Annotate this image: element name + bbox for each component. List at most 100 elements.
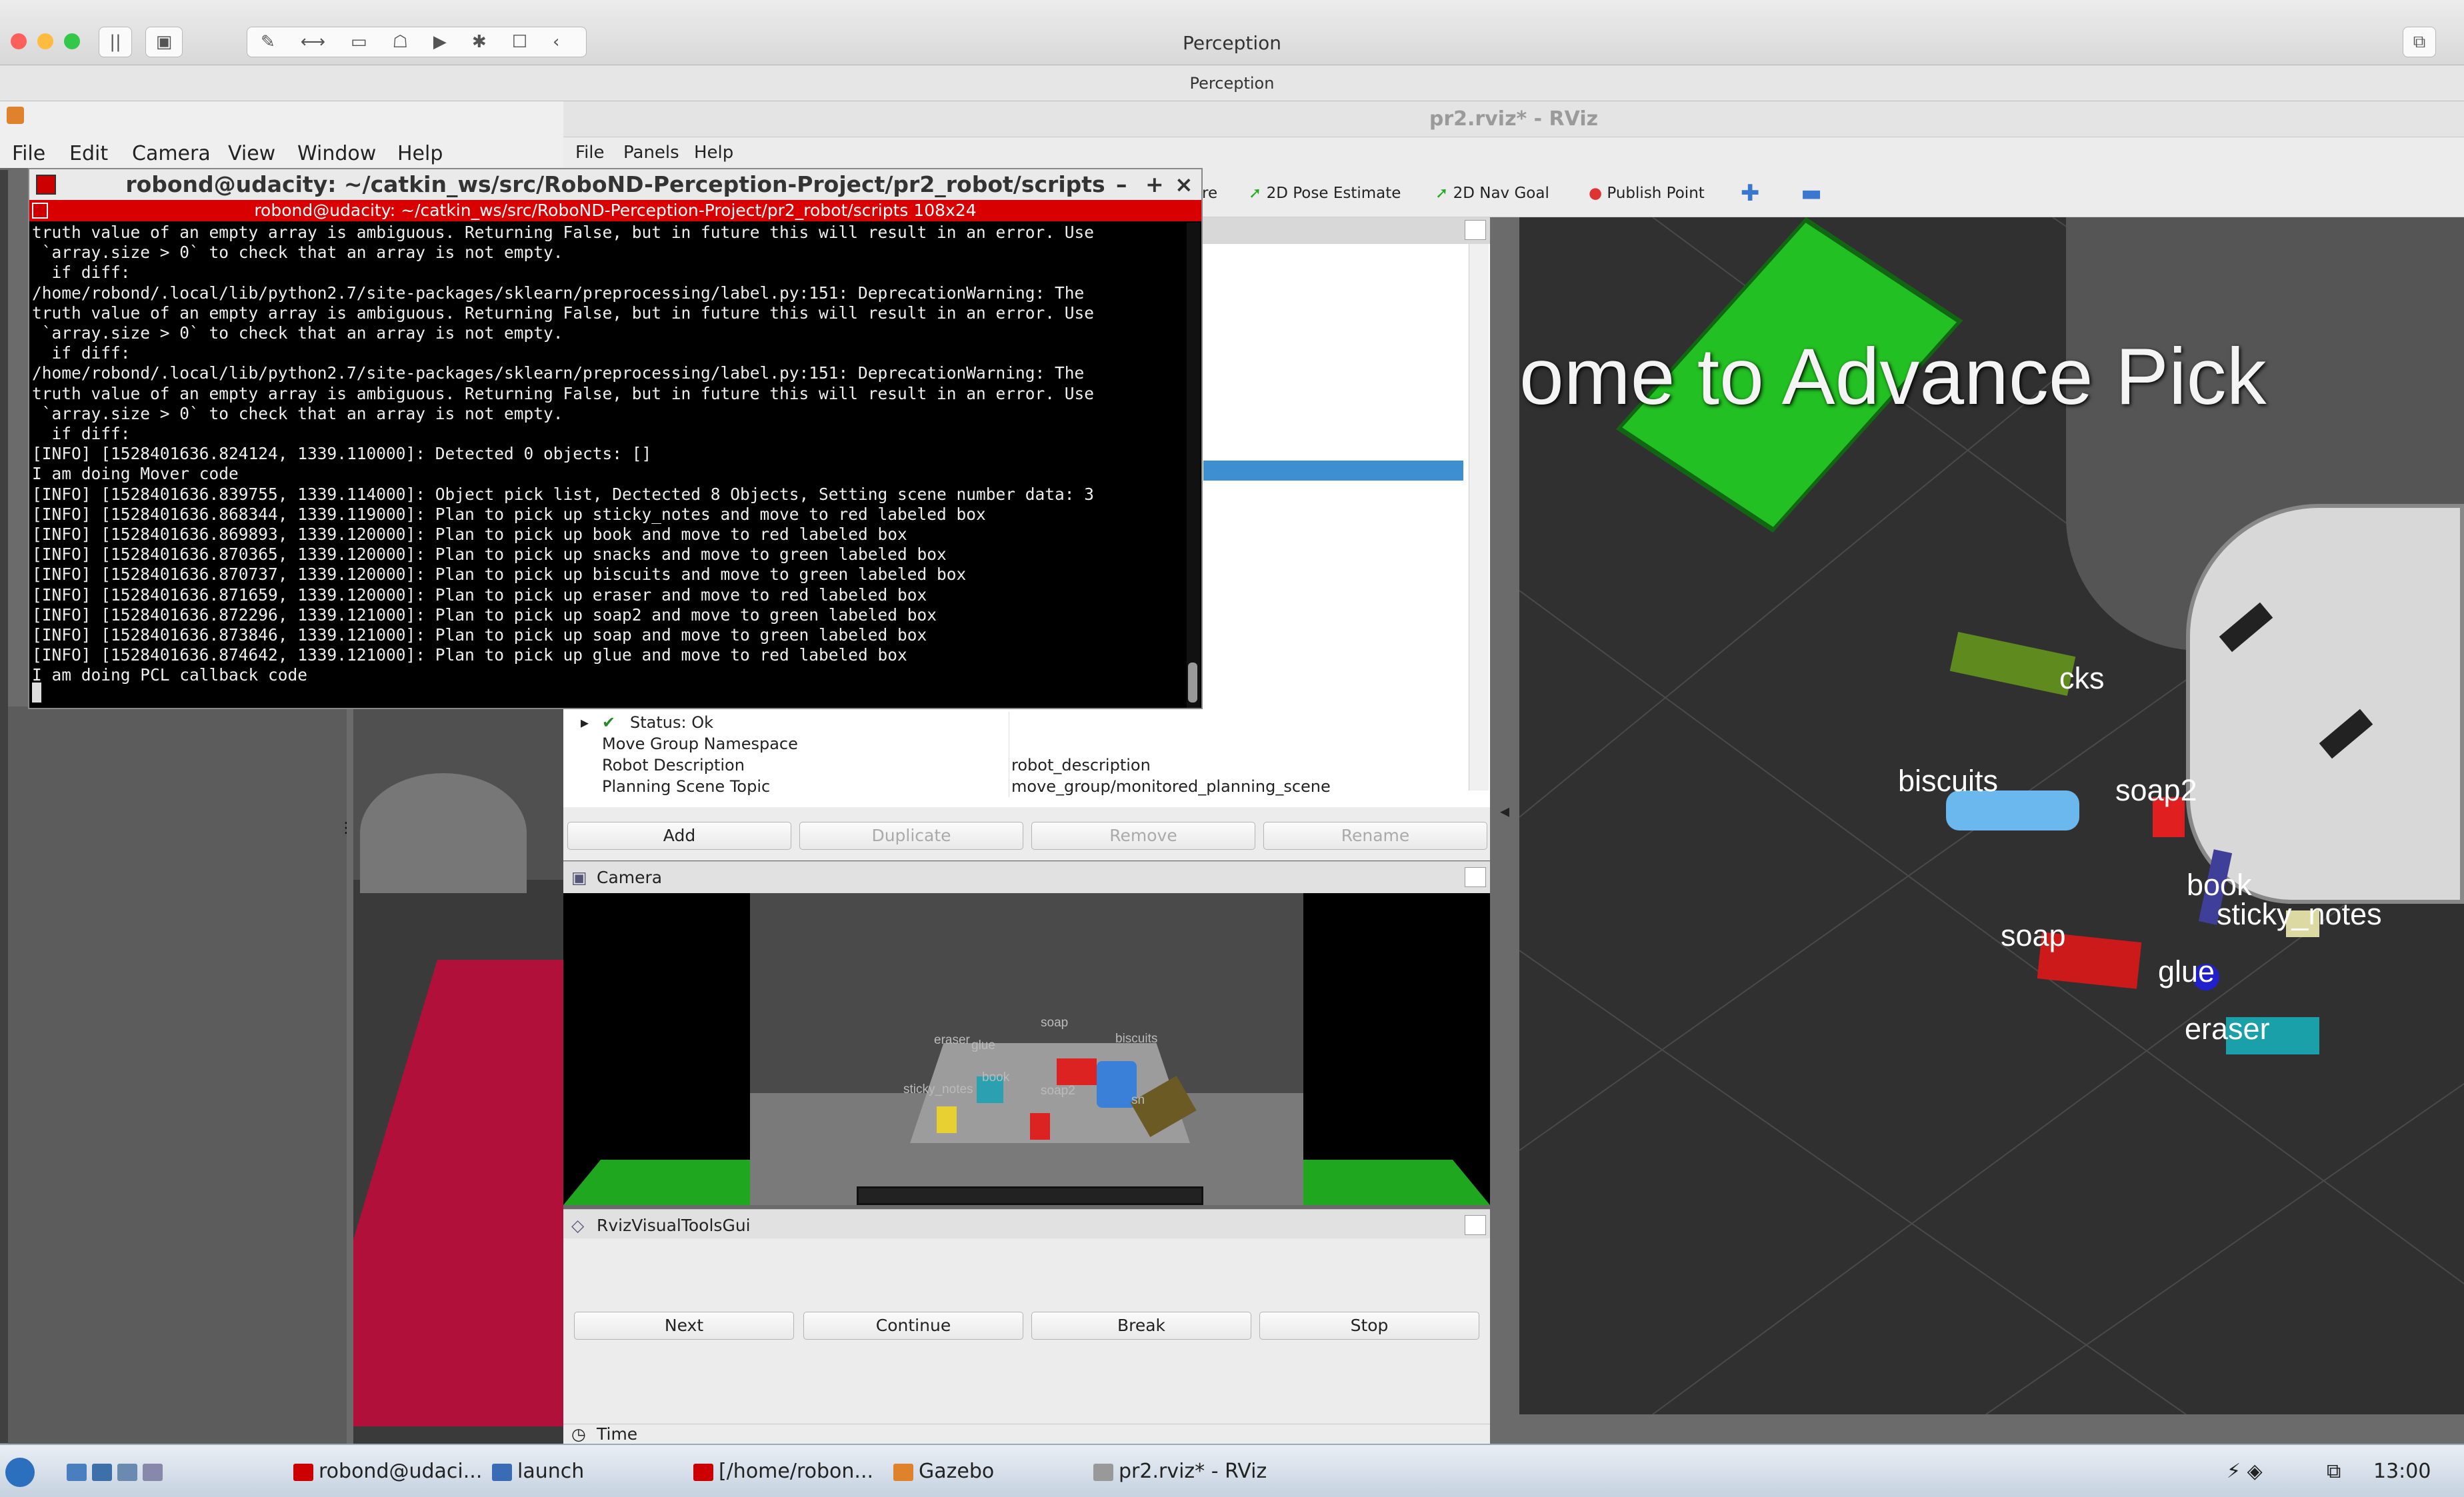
green-arrow-icon: ➚: [1435, 185, 1453, 202]
terminal-output[interactable]: truth value of an empty array is ambiguo…: [32, 223, 1182, 703]
camera-label: book: [982, 1070, 1010, 1084]
terminal-line: if diff:: [32, 343, 131, 363]
stop-button[interactable]: Stop: [1259, 1312, 1479, 1340]
camera-label: sn: [1131, 1093, 1145, 1107]
task-terminal[interactable]: robond@udaci...: [293, 1452, 482, 1492]
start-menu-icon[interactable]: [5, 1452, 40, 1492]
camera-label: glue: [971, 1038, 995, 1052]
status-row[interactable]: ▸ ✔ Status: Ok: [563, 712, 1483, 733]
terminal-line: [INFO] [1528401636.868344, 1339.119000]:…: [32, 504, 986, 524]
camera-label: biscuits: [1115, 1032, 1158, 1046]
terminal-scrollbar[interactable]: [1187, 223, 1200, 708]
tray-icons[interactable]: ⚡ ◈: [2227, 1452, 2263, 1492]
rviz-menu-help[interactable]: Help: [694, 143, 733, 163]
gazebo-icon: [893, 1463, 913, 1481]
task-gazebo[interactable]: Gazebo: [893, 1452, 994, 1492]
terminal-line: /home/robond/.local/lib/python2.7/site-p…: [32, 283, 1085, 303]
gazebo-left-panel: [0, 170, 8, 1443]
break-button[interactable]: Break: [1031, 1312, 1251, 1340]
property-row[interactable]: Robot Description robot_description: [563, 754, 1483, 776]
scene-banner-text: ome to Advance Pick: [1519, 332, 2267, 421]
fullscreen-icon[interactable]: ⧉: [2403, 27, 2436, 57]
vm-subtitle: Perception: [0, 65, 2464, 101]
publish-point-tool[interactable]: ● Publish Point: [1589, 180, 1705, 207]
terminal-line: [INFO] [1528401636.870365, 1339.120000]:…: [32, 545, 947, 565]
scene-label-biscuits: biscuits: [1898, 764, 1999, 798]
remove-display-button[interactable]: Remove: [1031, 822, 1255, 850]
terminal-line: if diff:: [32, 263, 131, 283]
close-icon[interactable]: ×: [1175, 169, 1193, 200]
terminal-line: [INFO] [1528401636.839755, 1339.114000]:…: [32, 484, 1095, 504]
terminal-line: I am doing Mover code: [32, 464, 239, 484]
rviz-menu-panels[interactable]: Panels: [623, 143, 679, 163]
scene-label-sticky-notes: sticky_notes: [2217, 897, 2382, 931]
clock[interactable]: 13:00: [2373, 1452, 2431, 1492]
terminal-tab[interactable]: robond@udacity: ~/catkin_ws/src/RoboND-P…: [29, 200, 1201, 221]
property-row[interactable]: Move Group Namespace: [563, 733, 1483, 754]
object-red: [1057, 1058, 1097, 1085]
green-arrow-icon: ➚: [1249, 185, 1267, 202]
terminal-line: truth value of an empty array is ambiguo…: [32, 383, 1095, 403]
terminal-line: I am doing PCL callback code: [32, 665, 308, 685]
rviz-3d-view[interactable]: ome to Advance Pick cks biscuits soap2 b…: [1519, 217, 2464, 1414]
rename-display-button[interactable]: Rename: [1263, 822, 1487, 850]
camera-view[interactable]: eraser glue soap biscuits book sticky_no…: [563, 893, 1490, 1205]
terminal-window[interactable]: robond@udacity: ~/catkin_ws/src/RoboND-P…: [28, 168, 1203, 709]
terminal-icon: [36, 175, 56, 195]
duplicate-display-button[interactable]: Duplicate: [799, 822, 1023, 850]
selected-display-row[interactable]: [1203, 461, 1463, 481]
task-rviz[interactable]: pr2.rviz* - RViz: [1093, 1452, 1267, 1492]
terminal-line: `array.size > 0` to check that an array …: [32, 323, 563, 343]
robot-gripper-shape: [2186, 504, 2464, 904]
expand-arrow-icon[interactable]: ▸: [581, 712, 589, 733]
gazebo-logo-icon: [7, 107, 24, 124]
collapse-arrow-icon[interactable]: ◂: [1490, 800, 1519, 826]
terminal-icon: [293, 1463, 313, 1481]
scene-label-snacks: cks: [2059, 661, 2105, 695]
gazebo-menu-file[interactable]: File: [12, 142, 45, 165]
panel-float-button[interactable]: [1465, 867, 1486, 887]
task-terminal-2[interactable]: [/home/robon...: [693, 1452, 873, 1492]
map-pin-icon: ●: [1589, 185, 1607, 202]
continue-button[interactable]: Continue: [803, 1312, 1023, 1340]
robot-head-shape: [857, 1186, 1203, 1205]
panel-float-button[interactable]: [1465, 220, 1486, 240]
panel-float-button[interactable]: [1465, 1215, 1486, 1235]
volume-icon: ◈: [2247, 1460, 2263, 1483]
camera-label: sticky_notes: [903, 1082, 973, 1096]
terminal-line: [INFO] [1528401636.871659, 1339.120000]:…: [32, 585, 927, 605]
add-display-button[interactable]: Add: [567, 822, 791, 850]
terminal-scroll-thumb[interactable]: [1188, 663, 1197, 703]
rviz-menu-file[interactable]: File: [575, 143, 605, 163]
gazebo-menu-camera[interactable]: Camera: [132, 142, 211, 165]
terminal-line: truth value of an empty array is ambiguo…: [32, 223, 1095, 242]
quicklaunch-icons[interactable]: [67, 1452, 168, 1492]
object-red-small: [1030, 1113, 1050, 1140]
gazebo-menu-view[interactable]: View: [228, 142, 275, 165]
add-tool-icon[interactable]: ✚: [1741, 180, 1760, 207]
gazebo-menu-edit[interactable]: Edit: [69, 142, 108, 165]
maximize-icon[interactable]: +: [1145, 169, 1164, 200]
nav-goal-tool[interactable]: ➚ 2D Nav Goal: [1435, 180, 1549, 207]
terminal-line: /home/robond/.local/lib/python2.7/site-p…: [32, 363, 1085, 383]
scene-label-soap: soap: [2001, 918, 2066, 952]
pose-estimate-tool[interactable]: ➚ 2D Pose Estimate: [1249, 180, 1401, 207]
terminal-line: if diff:: [32, 424, 131, 444]
displays-scrollbar[interactable]: [1469, 244, 1489, 790]
scene-label-glue: glue: [2158, 954, 2215, 988]
property-row[interactable]: Planning Scene Topic move_group/monitore…: [563, 776, 1483, 797]
minimize-icon[interactable]: –: [1116, 169, 1127, 200]
next-button[interactable]: Next: [574, 1312, 794, 1340]
network-icon[interactable]: ⧉: [2327, 1452, 2341, 1492]
splitter-bar[interactable]: [1490, 217, 1519, 1444]
gazebo-3d-view[interactable]: [353, 707, 563, 1446]
gazebo-menu-window[interactable]: Window: [297, 142, 376, 165]
tool-truncated[interactable]: re: [1202, 180, 1217, 207]
clock-icon: ◷: [571, 1424, 586, 1444]
task-launch[interactable]: launch: [492, 1452, 584, 1492]
splitter-handle-icon[interactable]: ⋮: [339, 820, 353, 836]
remove-tool-icon[interactable]: ▬: [1801, 180, 1822, 207]
diamond-icon: ◇: [571, 1216, 585, 1235]
terminal-line: [INFO] [1528401636.824124, 1339.110000]:…: [32, 444, 652, 464]
gazebo-menu-help[interactable]: Help: [397, 142, 443, 165]
